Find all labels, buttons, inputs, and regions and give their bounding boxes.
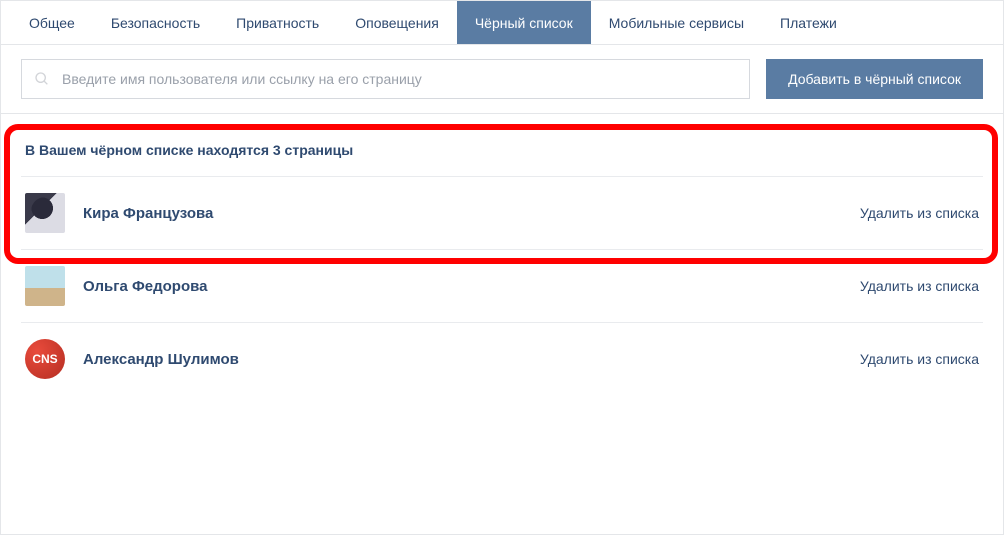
- tab-4[interactable]: Чёрный список: [457, 1, 591, 44]
- remove-from-list-link[interactable]: Удалить из списка: [860, 351, 979, 367]
- blacklist-toolbar: Добавить в чёрный список: [1, 45, 1003, 114]
- avatar[interactable]: [25, 193, 65, 233]
- avatar[interactable]: CNS: [25, 339, 65, 379]
- list-item: Кира ФранцузоваУдалить из списка: [21, 176, 983, 249]
- tab-3[interactable]: Оповещения: [337, 1, 457, 44]
- tab-2[interactable]: Приватность: [218, 1, 337, 44]
- tab-6[interactable]: Платежи: [762, 1, 855, 44]
- user-name-link[interactable]: Ольга Федорова: [83, 278, 860, 295]
- avatar[interactable]: [25, 266, 65, 306]
- list-item: CNS Александр ШулимовУдалить из списка: [21, 322, 983, 395]
- tabs-bar: ОбщееБезопасностьПриватностьОповещенияЧё…: [1, 1, 1003, 45]
- search-field-wrap: [21, 59, 750, 99]
- settings-page: ОбщееБезопасностьПриватностьОповещенияЧё…: [0, 0, 1004, 535]
- user-name-link[interactable]: Александр Шулимов: [83, 351, 860, 368]
- tab-0[interactable]: Общее: [11, 1, 93, 44]
- tab-5[interactable]: Мобильные сервисы: [591, 1, 762, 44]
- tab-1[interactable]: Безопасность: [93, 1, 218, 44]
- blacklist-title: В Вашем чёрном списке находятся 3 страни…: [21, 114, 983, 176]
- user-name-link[interactable]: Кира Французова: [83, 205, 860, 222]
- add-to-blacklist-button[interactable]: Добавить в чёрный список: [766, 59, 983, 99]
- blacklist-content: В Вашем чёрном списке находятся 3 страни…: [1, 114, 1003, 534]
- remove-from-list-link[interactable]: Удалить из списка: [860, 278, 979, 294]
- user-list: Кира ФранцузоваУдалить из спискаОльга Фе…: [21, 176, 983, 395]
- search-icon: [34, 71, 50, 87]
- search-input[interactable]: [62, 71, 737, 87]
- list-item: Ольга ФедороваУдалить из списка: [21, 249, 983, 322]
- remove-from-list-link[interactable]: Удалить из списка: [860, 205, 979, 221]
